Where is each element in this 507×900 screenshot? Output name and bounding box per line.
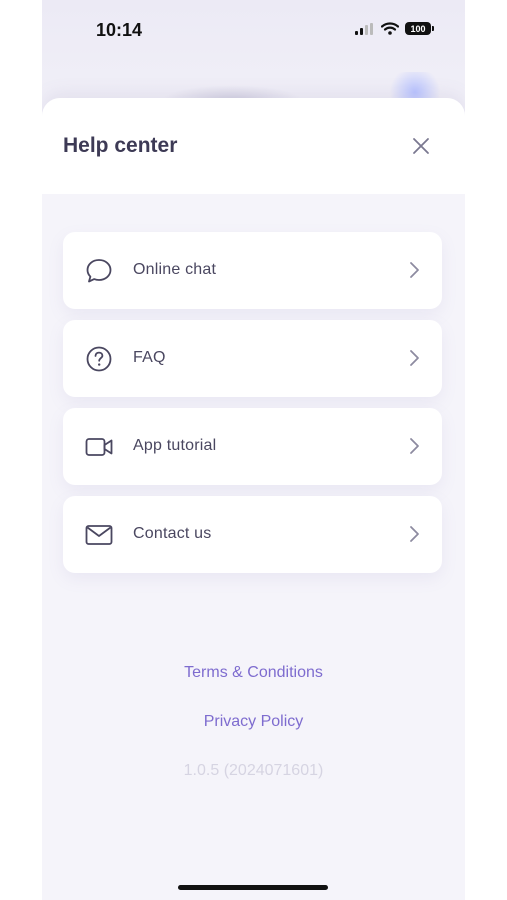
close-icon[interactable]: [409, 134, 433, 158]
phone-screen: 10:14 100 Help center Online chat FAQ Ap…: [42, 0, 465, 900]
chat-bubble-icon: [86, 259, 112, 283]
menu-item-label: Contact us: [133, 525, 212, 542]
video-camera-icon: [85, 438, 113, 456]
status-bar: 10:14 100: [42, 0, 465, 60]
menu-item-online-chat[interactable]: Online chat: [63, 232, 442, 309]
page-title: Help center: [63, 134, 178, 157]
menu-item-label: App tutorial: [133, 437, 217, 454]
menu-item-contact-us[interactable]: Contact us: [63, 496, 442, 573]
battery-icon: 100: [405, 22, 434, 35]
status-icons: 100: [355, 22, 434, 35]
menu-item-label: FAQ: [133, 349, 166, 366]
home-indicator: [178, 885, 328, 890]
signal-icon: [355, 22, 373, 35]
chevron-right-icon: [410, 262, 419, 278]
question-circle-icon: [86, 346, 112, 372]
chevron-right-icon: [410, 350, 419, 366]
help-center-sheet: Help center Online chat FAQ App tutorial…: [42, 98, 465, 900]
menu-item-faq[interactable]: FAQ: [63, 320, 442, 397]
chevron-right-icon: [410, 526, 419, 542]
chevron-right-icon: [410, 438, 419, 454]
privacy-policy-link[interactable]: Privacy Policy: [42, 713, 465, 731]
app-version: 1.0.5 (2024071601): [183, 762, 324, 779]
status-time: 10:14: [96, 20, 143, 40]
sheet-header: Help center: [42, 98, 465, 194]
help-menu: Online chat FAQ App tutorial Contact us: [63, 232, 442, 584]
terms-link[interactable]: Terms & Conditions: [42, 664, 465, 682]
menu-item-app-tutorial[interactable]: App tutorial: [63, 408, 442, 485]
wifi-icon: [381, 22, 399, 35]
mail-icon: [85, 525, 113, 545]
menu-item-label: Online chat: [133, 261, 217, 278]
